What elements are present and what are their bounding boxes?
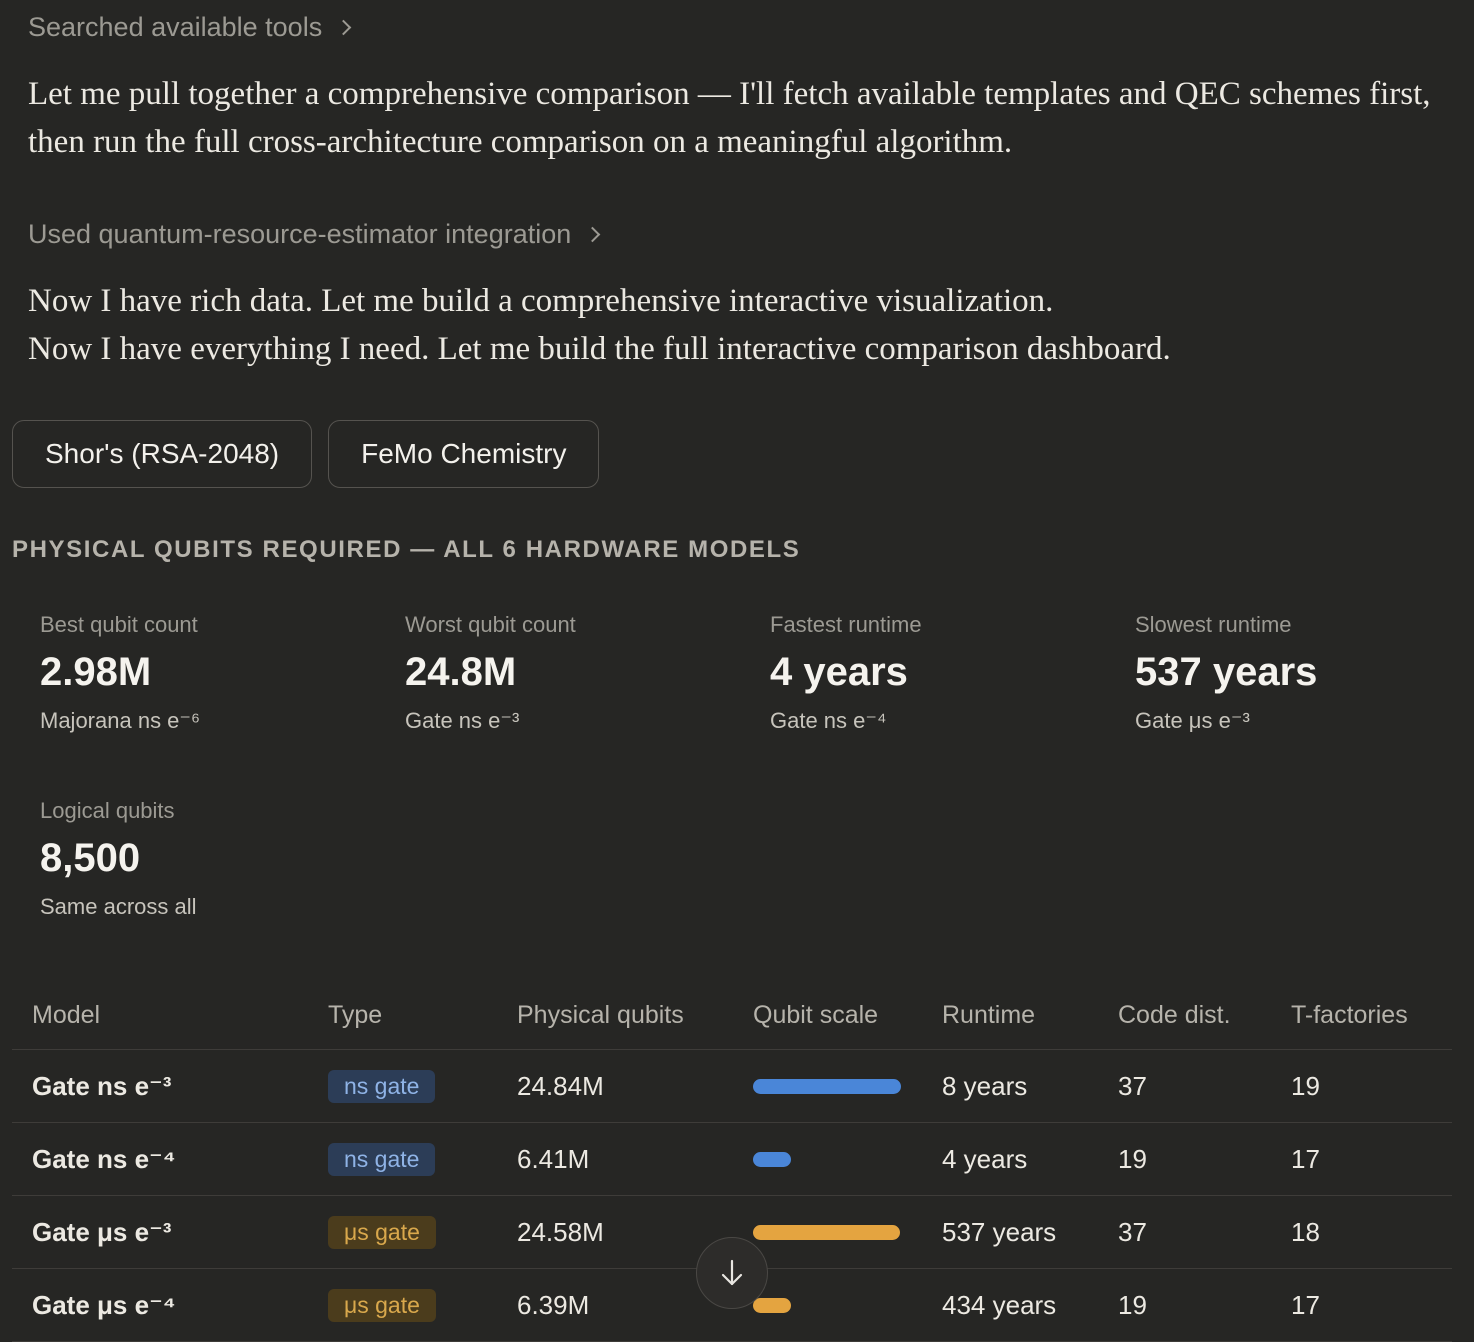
metric-label: Logical qubits bbox=[40, 798, 175, 823]
qubit-scale-bar bbox=[753, 1078, 901, 1094]
assistant-message-intro: Let me pull together a comprehensive com… bbox=[28, 70, 1448, 166]
model-name: Gate μs e⁻⁴ bbox=[12, 1268, 328, 1342]
type-badge: μs gate bbox=[328, 1215, 436, 1249]
table-header-row: Model Type Physical qubits Qubit scale R… bbox=[12, 982, 1452, 1050]
physical-qubits: 6.41M bbox=[517, 1122, 753, 1196]
runtime: 8 years bbox=[942, 1049, 1118, 1123]
metric-value: 8,500 bbox=[40, 836, 141, 880]
metric-subtext: Same across all bbox=[40, 894, 197, 919]
metric-fastest-runtime: Fastest runtime 4 years Gate ns e⁻⁴ bbox=[770, 612, 1100, 734]
chevron-right-icon bbox=[335, 19, 352, 36]
column-header-type[interactable]: Type bbox=[328, 982, 517, 1050]
column-header-qubit-scale[interactable]: Qubit scale bbox=[753, 982, 942, 1050]
table-row: Gate ns e⁻³ ns gate 24.84M 8 years 37 19 bbox=[12, 1049, 1452, 1123]
type-cell: μs gate bbox=[328, 1195, 517, 1269]
runtime: 434 years bbox=[942, 1268, 1118, 1342]
column-header-model[interactable]: Model bbox=[12, 982, 328, 1050]
section-title: PHYSICAL QUBITS REQUIRED — ALL 6 HARDWAR… bbox=[12, 536, 801, 563]
message-text: Now I have rich data. Let me build a com… bbox=[28, 283, 1054, 319]
runtime: 4 years bbox=[942, 1122, 1118, 1196]
physical-qubits: 24.84M bbox=[517, 1049, 753, 1123]
type-cell: ns gate bbox=[328, 1049, 517, 1123]
code-distance: 19 bbox=[1118, 1268, 1291, 1342]
t-factories: 18 bbox=[1291, 1195, 1452, 1269]
message-text: Let me pull together a comprehensive com… bbox=[28, 76, 1431, 160]
column-header-t-factories[interactable]: T-factories bbox=[1291, 982, 1452, 1050]
tool-call-summary-estimator[interactable]: Used quantum-resource-estimator integrat… bbox=[28, 219, 601, 250]
tab-shors[interactable]: Shor's (RSA-2048) bbox=[12, 420, 313, 488]
metric-value: 4 years bbox=[770, 650, 908, 694]
code-distance: 37 bbox=[1118, 1195, 1291, 1269]
runtime: 537 years bbox=[942, 1195, 1118, 1269]
metric-subtext: Gate ns e⁻³ bbox=[405, 708, 520, 733]
metric-best-qubit-count: Best qubit count 2.98M Majorana ns e⁻⁶ bbox=[40, 612, 370, 734]
metric-value: 537 years bbox=[1135, 650, 1318, 694]
metric-label: Best qubit count bbox=[40, 612, 198, 637]
scroll-to-bottom-button[interactable] bbox=[696, 1237, 768, 1309]
algorithm-tabs: Shor's (RSA-2048) FeMo Chemistry bbox=[12, 420, 600, 488]
model-name: Gate ns e⁻³ bbox=[12, 1049, 328, 1123]
code-distance: 19 bbox=[1118, 1122, 1291, 1196]
qubit-scale-bar bbox=[753, 1297, 791, 1313]
type-cell: ns gate bbox=[328, 1122, 517, 1196]
qubit-scale-cell bbox=[753, 1268, 942, 1342]
table-row: Gate ns e⁻⁴ ns gate 6.41M 4 years 19 17 bbox=[12, 1122, 1452, 1196]
chat-transcript: Searched available tools Let me pull tog… bbox=[0, 0, 1474, 1342]
chevron-right-icon bbox=[584, 226, 601, 243]
tool-call-label: Used quantum-resource-estimator integrat… bbox=[28, 219, 572, 249]
type-badge: ns gate bbox=[328, 1142, 436, 1176]
qubit-scale-cell bbox=[753, 1122, 942, 1196]
metric-worst-qubit-count: Worst qubit count 24.8M Gate ns e⁻³ bbox=[405, 612, 735, 734]
column-header-runtime[interactable]: Runtime bbox=[942, 982, 1118, 1050]
qubit-scale-cell bbox=[753, 1049, 942, 1123]
qubit-scale-cell bbox=[753, 1195, 942, 1269]
metric-label: Fastest runtime bbox=[770, 612, 922, 637]
metric-slowest-runtime: Slowest runtime 537 years Gate μs e⁻³ bbox=[1135, 612, 1465, 734]
tool-call-label: Searched available tools bbox=[28, 12, 323, 42]
metric-subtext: Gate μs e⁻³ bbox=[1135, 708, 1250, 733]
metric-subtext: Majorana ns e⁻⁶ bbox=[40, 708, 201, 733]
message-text: Now I have everything I need. Let me bui… bbox=[28, 331, 1171, 367]
t-factories: 19 bbox=[1291, 1049, 1452, 1123]
type-cell: μs gate bbox=[328, 1268, 517, 1342]
column-header-physical-qubits[interactable]: Physical qubits bbox=[517, 982, 753, 1050]
metric-value: 2.98M bbox=[40, 650, 152, 694]
metric-logical-qubits: Logical qubits 8,500 Same across all bbox=[40, 798, 370, 920]
model-name: Gate ns e⁻⁴ bbox=[12, 1122, 328, 1196]
model-name: Gate μs e⁻³ bbox=[12, 1195, 328, 1269]
tab-femo-chemistry[interactable]: FeMo Chemistry bbox=[328, 420, 600, 488]
column-header-code-distance[interactable]: Code dist. bbox=[1118, 982, 1291, 1050]
type-badge: μs gate bbox=[328, 1288, 436, 1322]
metric-value: 24.8M bbox=[405, 650, 517, 694]
metric-label: Worst qubit count bbox=[405, 612, 576, 637]
tool-call-summary-search[interactable]: Searched available tools bbox=[28, 12, 352, 43]
qubit-scale-bar bbox=[753, 1151, 791, 1167]
t-factories: 17 bbox=[1291, 1122, 1452, 1196]
metric-label: Slowest runtime bbox=[1135, 612, 1292, 637]
t-factories: 17 bbox=[1291, 1268, 1452, 1342]
type-badge: ns gate bbox=[328, 1069, 436, 1103]
arrow-down-icon bbox=[721, 1259, 743, 1286]
code-distance: 37 bbox=[1118, 1049, 1291, 1123]
qubit-scale-bar bbox=[753, 1224, 900, 1240]
assistant-message-status: Now I have rich data. Let me build a com… bbox=[28, 277, 1448, 373]
metric-subtext: Gate ns e⁻⁴ bbox=[770, 708, 887, 733]
